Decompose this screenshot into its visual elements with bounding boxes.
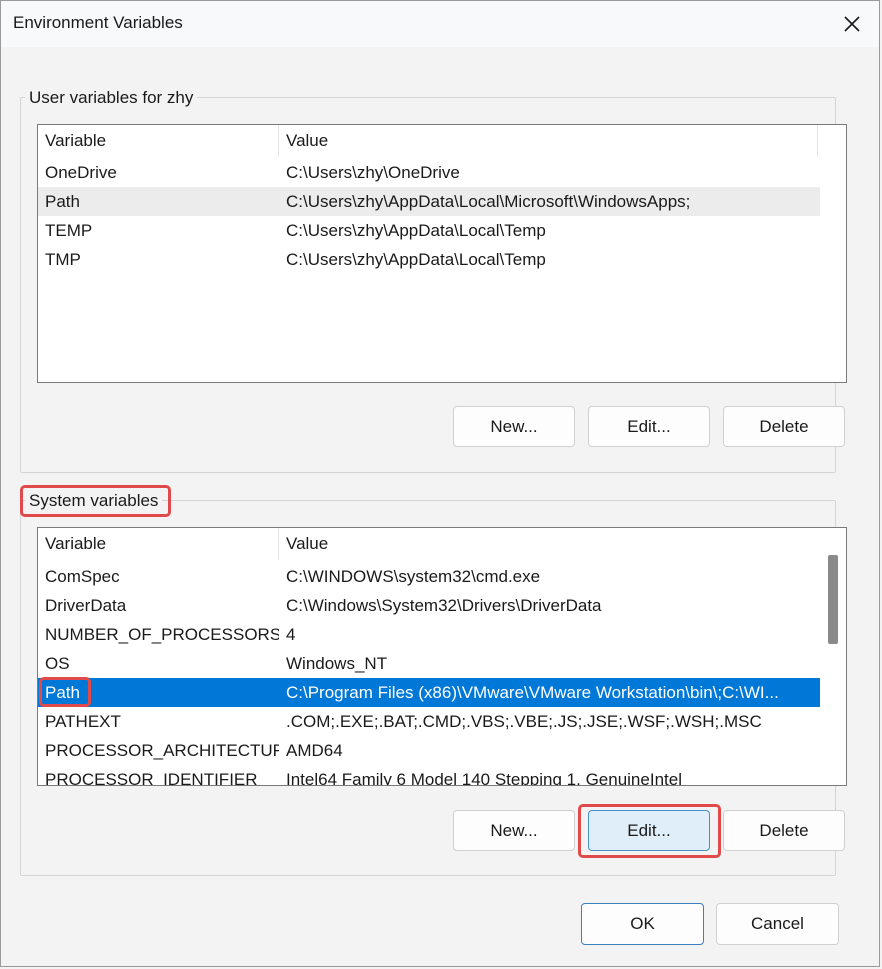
system-variables-list[interactable]: Variable Value ComSpec C:\WINDOWS\system…	[37, 527, 847, 786]
close-icon	[844, 16, 860, 32]
user-variables-legend: User variables for zhy	[25, 88, 198, 108]
table-row[interactable]: PROCESSOR_ARCHITECTURE AMD64	[38, 736, 814, 765]
table-row-selected[interactable]: Path C:\Program Files (x86)\VMware\VMwar…	[38, 678, 820, 707]
environment-variables-dialog: Environment Variables User variables for…	[0, 0, 880, 967]
system-edit-button[interactable]: Edit...	[588, 810, 710, 851]
cancel-button[interactable]: Cancel	[716, 903, 839, 945]
table-row[interactable]: TEMP C:\Users\zhy\AppData\Local\Temp	[38, 216, 814, 245]
system-new-button[interactable]: New...	[453, 810, 575, 851]
column-header-variable[interactable]: Variable	[38, 125, 279, 157]
system-delete-button[interactable]: Delete	[723, 810, 845, 851]
user-delete-button[interactable]: Delete	[723, 406, 845, 447]
column-header-variable[interactable]: Variable	[38, 528, 279, 560]
user-edit-button[interactable]: Edit...	[588, 406, 710, 447]
table-row[interactable]: TMP C:\Users\zhy\AppData\Local\Temp	[38, 245, 814, 274]
scrollbar-thumb[interactable]	[828, 555, 838, 644]
vertical-scrollbar[interactable]	[820, 528, 846, 785]
column-header-value[interactable]: Value	[279, 528, 818, 560]
table-row[interactable]: PROCESSOR_IDENTIFIER Intel64 Family 6 Mo…	[38, 765, 814, 786]
column-header-value[interactable]: Value	[279, 125, 818, 157]
title-bar: Environment Variables	[1, 1, 879, 47]
table-row[interactable]: PATHEXT .COM;.EXE;.BAT;.CMD;.VBS;.VBE;.J…	[38, 707, 814, 736]
table-row[interactable]: OS Windows_NT	[38, 649, 814, 678]
user-variables-list[interactable]: Variable Value OneDrive C:\Users\zhy\One…	[37, 124, 847, 383]
window-title: Environment Variables	[13, 13, 183, 32]
table-row[interactable]: DriverData C:\Windows\System32\Drivers\D…	[38, 591, 814, 620]
table-row[interactable]: NUMBER_OF_PROCESSORS 4	[38, 620, 814, 649]
system-variables-legend: System variables	[25, 491, 163, 511]
close-button[interactable]	[833, 7, 871, 41]
ok-button[interactable]: OK	[581, 903, 704, 945]
table-row[interactable]: ComSpec C:\WINDOWS\system32\cmd.exe	[38, 562, 814, 591]
list-header: Variable Value	[38, 125, 846, 157]
user-new-button[interactable]: New...	[453, 406, 575, 447]
table-row[interactable]: Path C:\Users\zhy\AppData\Local\Microsof…	[38, 187, 820, 216]
table-row[interactable]: OneDrive C:\Users\zhy\OneDrive	[38, 158, 814, 187]
list-header: Variable Value	[38, 528, 846, 560]
